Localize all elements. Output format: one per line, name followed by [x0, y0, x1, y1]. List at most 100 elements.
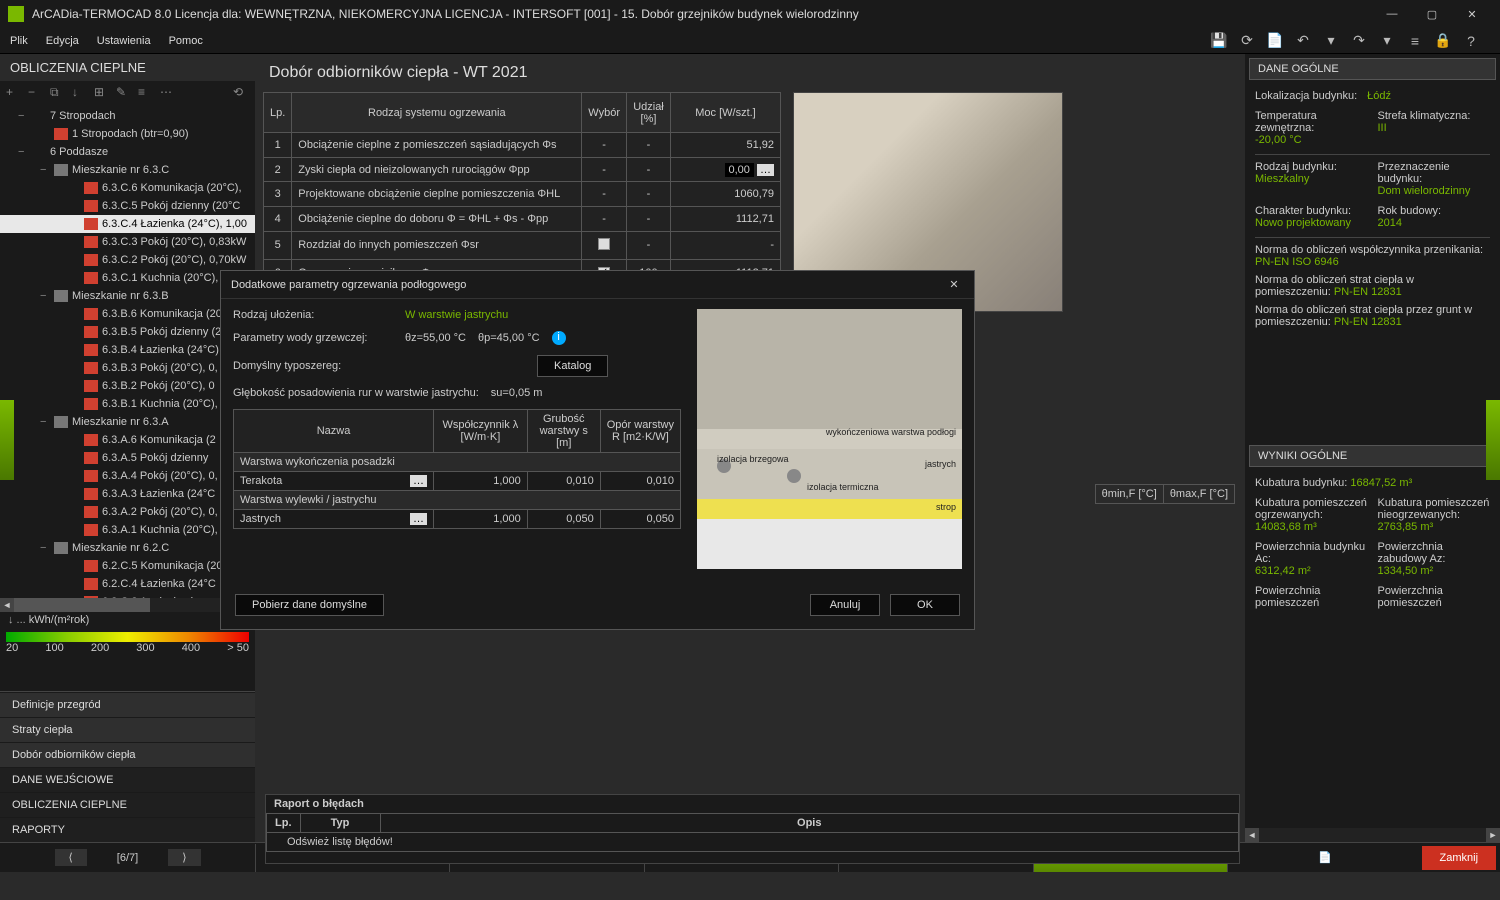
close-app-button[interactable]: Zamknij: [1422, 846, 1497, 870]
floor-cross-section-image: wykończeniowa warstwa podłogi izolacja b…: [697, 309, 962, 569]
tree-row[interactable]: 6.2.C.4 Łazienka (24°C: [0, 575, 255, 593]
app-logo-icon: [8, 6, 24, 22]
right-edge-tab[interactable]: [1486, 400, 1500, 480]
kubogr-label: Kubatura pomieszczeń ogrzewanych:: [1255, 497, 1368, 521]
label-insulation: izolacja termiczna: [807, 482, 879, 492]
page-prev[interactable]: ⟨: [55, 849, 87, 866]
tool-icon[interactable]: ✎: [116, 85, 132, 101]
browse-icon[interactable]: …: [410, 513, 427, 525]
menu-edycja[interactable]: Edycja: [46, 35, 79, 47]
btn-dane[interactable]: DANE WEJŚCIOWE: [0, 768, 255, 792]
menubar: Plik Edycja Ustawienia Pomoc 💾 ⟳ 📄 ↶ ▾ ↷…: [0, 28, 1500, 54]
down-icon[interactable]: ↓: [72, 85, 88, 101]
btn-straty[interactable]: Straty ciepła: [0, 718, 255, 742]
redo-icon[interactable]: ↷: [1350, 32, 1368, 50]
close-button[interactable]: ✕: [1452, 0, 1492, 28]
tree-row[interactable]: 6.3.B.1 Kuchnia (20°C),: [0, 395, 255, 413]
tree-row[interactable]: 6.3.C.6 Komunikacja (20°C),: [0, 179, 255, 197]
remove-icon[interactable]: −: [28, 85, 44, 101]
project-tree[interactable]: −7 Stropodach1 Stropodach (btr=0,90)−6 P…: [0, 105, 255, 598]
undo-dropdown-icon[interactable]: ▾: [1322, 32, 1340, 50]
year-value: 2014: [1378, 217, 1491, 229]
btype-value: Mieszkalny: [1255, 173, 1368, 185]
cancel-button[interactable]: Anuluj: [810, 594, 880, 616]
tree-row[interactable]: 6.3.B.4 Łazienka (24°C): [0, 341, 255, 359]
tree-row[interactable]: 6.3.C.2 Pokój (20°C), 0,70kW: [0, 251, 255, 269]
btn-obliczenia[interactable]: OBLICZENIA CIEPLNE: [0, 793, 255, 817]
table-row[interactable]: 1Obciążenie cieplne z pomieszczeń sąsiad…: [264, 133, 781, 158]
tree-row[interactable]: −6 Poddasze: [0, 143, 255, 161]
ok-button[interactable]: OK: [890, 594, 960, 616]
undo-icon[interactable]: ↶: [1294, 32, 1312, 50]
bottom-tab-6[interactable]: 📄: [1227, 844, 1421, 872]
tree-row[interactable]: 6.3.C.4 Łazienka (24°C), 1,00: [0, 215, 255, 233]
loc-value: Łódź: [1367, 90, 1391, 102]
sync-icon[interactable]: ⟲: [233, 85, 249, 101]
tree-row[interactable]: 6.3.A.6 Komunikacja (2: [0, 431, 255, 449]
tree-row[interactable]: −Mieszkanie nr 6.3.B: [0, 287, 255, 305]
tree-row[interactable]: −Mieszkanie nr 6.3.C: [0, 161, 255, 179]
dialog-close-icon[interactable]: ✕: [944, 278, 964, 291]
tree-row[interactable]: 6.3.B.3 Pokój (20°C), 0,: [0, 359, 255, 377]
add-icon[interactable]: +: [6, 85, 22, 101]
tree-row[interactable]: 6.3.C.1 Kuchnia (20°C), 2,140: [0, 269, 255, 287]
purpose-label: Przeznaczenie budynku:: [1378, 161, 1491, 185]
tree-row[interactable]: 6.2.C.5 Komunikacja (20: [0, 557, 255, 575]
tree-row[interactable]: 6.3.A.3 Łazienka (24°C: [0, 485, 255, 503]
layers-table[interactable]: NazwaWspółczynnik λ [W/m·K]Grubość warst…: [233, 409, 681, 529]
temp-limits-table: θmin,F [°C]θmax,F [°C]: [1095, 484, 1235, 504]
info-icon[interactable]: i: [552, 331, 566, 345]
tree-row[interactable]: 6.3.A.1 Kuchnia (20°C),: [0, 521, 255, 539]
section-dane-ogolne: DANE OGÓLNE: [1249, 58, 1496, 80]
temp-label: Temperatura zewnętrzna:: [1255, 110, 1368, 134]
tree-row[interactable]: −Mieszkanie nr 6.3.A: [0, 413, 255, 431]
table-row[interactable]: 2Zyski ciepła od nieizolowanych rurociąg…: [264, 157, 781, 182]
btn-dobor[interactable]: Dobór odbiorników ciepła: [0, 743, 255, 767]
left-edge-tab[interactable]: [0, 400, 14, 480]
menu-plik[interactable]: Plik: [10, 35, 28, 47]
tree-row[interactable]: 6.3.B.6 Komunikacja (20°C),: [0, 305, 255, 323]
zone-value: III: [1378, 122, 1387, 134]
tool3-icon[interactable]: ⋯: [160, 85, 176, 101]
layers-icon[interactable]: ≡: [1406, 32, 1424, 50]
browse-icon[interactable]: …: [410, 475, 427, 487]
tree-row[interactable]: 6.3.C.5 Pokój dzienny (20°C: [0, 197, 255, 215]
maximize-button[interactable]: ▢: [1412, 0, 1452, 28]
document-icon[interactable]: 📄: [1266, 32, 1284, 50]
btn-definicje[interactable]: Definicje przegród: [0, 693, 255, 717]
left-tabs[interactable]: [0, 670, 255, 692]
btn-raporty[interactable]: RAPORTY: [0, 818, 255, 842]
rodzaj-value: W warstwie jastrychu: [405, 309, 508, 321]
tool2-icon[interactable]: ≡: [138, 85, 154, 101]
label-edge: izolacja brzegowa: [717, 454, 789, 464]
expand-icon[interactable]: ⊞: [94, 85, 110, 101]
default-data-button[interactable]: Pobierz dane domyślne: [235, 594, 384, 616]
table-row[interactable]: 4Obciążenie cieplne do doboru Φ = ΦHL + …: [264, 206, 781, 231]
redo-dropdown-icon[interactable]: ▾: [1378, 32, 1396, 50]
tree-row[interactable]: 1 Stropodach (btr=0,90): [0, 125, 255, 143]
tree-row[interactable]: −7 Stropodach: [0, 107, 255, 125]
menu-ustawienia[interactable]: Ustawienia: [97, 35, 151, 47]
tree-hscroll[interactable]: ◄►: [0, 598, 255, 612]
tree-row[interactable]: 6.3.A.2 Pokój (20°C), 0,: [0, 503, 255, 521]
tree-row[interactable]: −Mieszkanie nr 6.2.C: [0, 539, 255, 557]
katalog-button[interactable]: Katalog: [537, 355, 608, 377]
tree-row[interactable]: 6.3.C.3 Pokój (20°C), 0,83kW: [0, 233, 255, 251]
page-next[interactable]: ⟩: [168, 849, 200, 866]
minimize-button[interactable]: —: [1372, 0, 1412, 28]
copy-icon[interactable]: ⧉: [50, 85, 66, 101]
right-hscroll[interactable]: ◄►: [1245, 828, 1500, 842]
lock-icon[interactable]: 🔒: [1434, 32, 1452, 50]
tree-row[interactable]: 6.3.A.4 Pokój (20°C), 0,: [0, 467, 255, 485]
table-row[interactable]: 3Projektowane obciążenie cieplne pomiesz…: [264, 182, 781, 207]
menu-pomoc[interactable]: Pomoc: [169, 35, 203, 47]
refresh-icon[interactable]: ⟳: [1238, 32, 1256, 50]
tree-row[interactable]: 6.3.B.5 Pokój dzienny (20°C: [0, 323, 255, 341]
pow-label: Powierzchnia budynku Ac:: [1255, 541, 1368, 565]
tree-row[interactable]: 6.3.B.2 Pokój (20°C), 0: [0, 377, 255, 395]
table-row[interactable]: 5Rozdział do innych pomieszczeń Φsr--: [264, 231, 781, 260]
tree-row[interactable]: 6.3.A.5 Pokój dzienny: [0, 449, 255, 467]
titlebar: ArCADia-TERMOCAD 8.0 Licencja dla: WEWNĘ…: [0, 0, 1500, 28]
help-icon[interactable]: ?: [1462, 32, 1480, 50]
save-icon[interactable]: 💾: [1210, 32, 1228, 50]
